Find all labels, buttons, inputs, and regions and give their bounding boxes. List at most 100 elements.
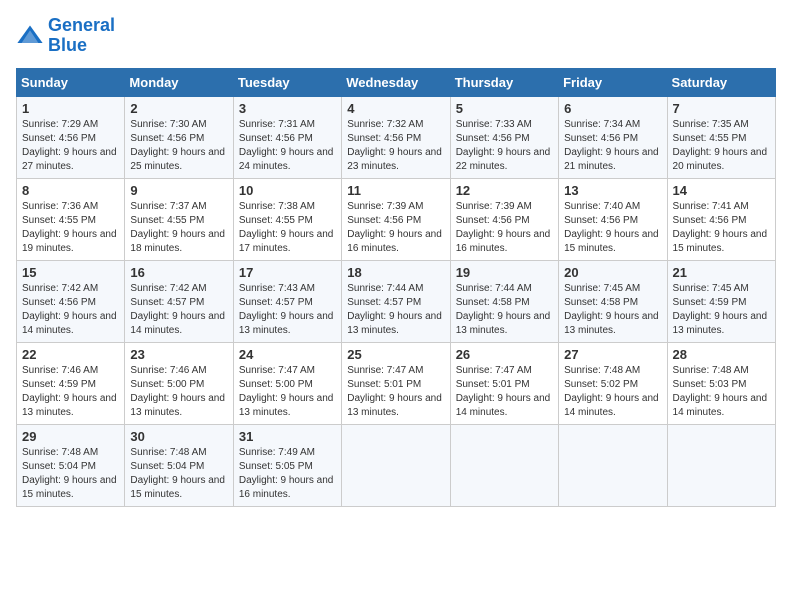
calendar-week-2: 15 Sunrise: 7:42 AMSunset: 4:56 PMDaylig… — [17, 260, 776, 342]
calendar-cell: 8 Sunrise: 7:36 AMSunset: 4:55 PMDayligh… — [17, 178, 125, 260]
day-number: 19 — [456, 265, 553, 280]
day-info: Sunrise: 7:40 AMSunset: 4:56 PMDaylight:… — [564, 201, 659, 254]
calendar-body: 1 Sunrise: 7:29 AMSunset: 4:56 PMDayligh… — [17, 96, 776, 506]
calendar-cell: 9 Sunrise: 7:37 AMSunset: 4:55 PMDayligh… — [125, 178, 233, 260]
day-number: 24 — [239, 347, 336, 362]
calendar-week-3: 22 Sunrise: 7:46 AMSunset: 4:59 PMDaylig… — [17, 342, 776, 424]
day-info: Sunrise: 7:48 AMSunset: 5:04 PMDaylight:… — [130, 447, 225, 500]
day-info: Sunrise: 7:46 AMSunset: 4:59 PMDaylight:… — [22, 365, 117, 418]
calendar-cell: 26 Sunrise: 7:47 AMSunset: 5:01 PMDaylig… — [450, 342, 558, 424]
day-number: 9 — [130, 183, 227, 198]
calendar-cell: 4 Sunrise: 7:32 AMSunset: 4:56 PMDayligh… — [342, 96, 450, 178]
day-number: 12 — [456, 183, 553, 198]
day-number: 18 — [347, 265, 444, 280]
day-number: 10 — [239, 183, 336, 198]
day-number: 6 — [564, 101, 661, 116]
calendar-cell: 21 Sunrise: 7:45 AMSunset: 4:59 PMDaylig… — [667, 260, 775, 342]
calendar-cell: 22 Sunrise: 7:46 AMSunset: 4:59 PMDaylig… — [17, 342, 125, 424]
day-number: 1 — [22, 101, 119, 116]
calendar-cell: 5 Sunrise: 7:33 AMSunset: 4:56 PMDayligh… — [450, 96, 558, 178]
day-info: Sunrise: 7:39 AMSunset: 4:56 PMDaylight:… — [347, 201, 442, 254]
calendar-cell: 19 Sunrise: 7:44 AMSunset: 4:58 PMDaylig… — [450, 260, 558, 342]
calendar-cell: 20 Sunrise: 7:45 AMSunset: 4:58 PMDaylig… — [559, 260, 667, 342]
calendar-cell: 25 Sunrise: 7:47 AMSunset: 5:01 PMDaylig… — [342, 342, 450, 424]
day-info: Sunrise: 7:47 AMSunset: 5:01 PMDaylight:… — [347, 365, 442, 418]
day-info: Sunrise: 7:29 AMSunset: 4:56 PMDaylight:… — [22, 119, 117, 172]
calendar-table: SundayMondayTuesdayWednesdayThursdayFrid… — [16, 68, 776, 507]
day-number: 2 — [130, 101, 227, 116]
calendar-cell: 29 Sunrise: 7:48 AMSunset: 5:04 PMDaylig… — [17, 424, 125, 506]
calendar-cell: 23 Sunrise: 7:46 AMSunset: 5:00 PMDaylig… — [125, 342, 233, 424]
day-number: 4 — [347, 101, 444, 116]
weekday-header-thursday: Thursday — [450, 68, 558, 96]
day-number: 20 — [564, 265, 661, 280]
calendar-cell: 31 Sunrise: 7:49 AMSunset: 5:05 PMDaylig… — [233, 424, 341, 506]
day-number: 26 — [456, 347, 553, 362]
day-number: 25 — [347, 347, 444, 362]
calendar-cell: 28 Sunrise: 7:48 AMSunset: 5:03 PMDaylig… — [667, 342, 775, 424]
day-number: 13 — [564, 183, 661, 198]
day-number: 30 — [130, 429, 227, 444]
calendar-cell: 30 Sunrise: 7:48 AMSunset: 5:04 PMDaylig… — [125, 424, 233, 506]
calendar-cell: 1 Sunrise: 7:29 AMSunset: 4:56 PMDayligh… — [17, 96, 125, 178]
weekday-header-tuesday: Tuesday — [233, 68, 341, 96]
calendar-week-4: 29 Sunrise: 7:48 AMSunset: 5:04 PMDaylig… — [17, 424, 776, 506]
day-number: 14 — [673, 183, 770, 198]
day-info: Sunrise: 7:48 AMSunset: 5:04 PMDaylight:… — [22, 447, 117, 500]
calendar-cell: 7 Sunrise: 7:35 AMSunset: 4:55 PMDayligh… — [667, 96, 775, 178]
logo-text: General Blue — [48, 16, 115, 56]
day-info: Sunrise: 7:32 AMSunset: 4:56 PMDaylight:… — [347, 119, 442, 172]
day-info: Sunrise: 7:47 AMSunset: 5:01 PMDaylight:… — [456, 365, 551, 418]
calendar-cell: 17 Sunrise: 7:43 AMSunset: 4:57 PMDaylig… — [233, 260, 341, 342]
day-info: Sunrise: 7:33 AMSunset: 4:56 PMDaylight:… — [456, 119, 551, 172]
calendar-cell: 18 Sunrise: 7:44 AMSunset: 4:57 PMDaylig… — [342, 260, 450, 342]
day-number: 8 — [22, 183, 119, 198]
weekday-header-saturday: Saturday — [667, 68, 775, 96]
calendar-cell: 27 Sunrise: 7:48 AMSunset: 5:02 PMDaylig… — [559, 342, 667, 424]
day-number: 31 — [239, 429, 336, 444]
weekday-header-monday: Monday — [125, 68, 233, 96]
calendar-cell: 24 Sunrise: 7:47 AMSunset: 5:00 PMDaylig… — [233, 342, 341, 424]
day-number: 15 — [22, 265, 119, 280]
day-info: Sunrise: 7:48 AMSunset: 5:02 PMDaylight:… — [564, 365, 659, 418]
calendar-cell: 2 Sunrise: 7:30 AMSunset: 4:56 PMDayligh… — [125, 96, 233, 178]
day-number: 7 — [673, 101, 770, 116]
day-info: Sunrise: 7:30 AMSunset: 4:56 PMDaylight:… — [130, 119, 225, 172]
day-info: Sunrise: 7:36 AMSunset: 4:55 PMDaylight:… — [22, 201, 117, 254]
calendar-cell: 16 Sunrise: 7:42 AMSunset: 4:57 PMDaylig… — [125, 260, 233, 342]
day-info: Sunrise: 7:35 AMSunset: 4:55 PMDaylight:… — [673, 119, 768, 172]
calendar-cell: 15 Sunrise: 7:42 AMSunset: 4:56 PMDaylig… — [17, 260, 125, 342]
day-info: Sunrise: 7:49 AMSunset: 5:05 PMDaylight:… — [239, 447, 334, 500]
day-info: Sunrise: 7:38 AMSunset: 4:55 PMDaylight:… — [239, 201, 334, 254]
calendar-cell: 14 Sunrise: 7:41 AMSunset: 4:56 PMDaylig… — [667, 178, 775, 260]
calendar-week-1: 8 Sunrise: 7:36 AMSunset: 4:55 PMDayligh… — [17, 178, 776, 260]
calendar-cell — [667, 424, 775, 506]
day-info: Sunrise: 7:45 AMSunset: 4:58 PMDaylight:… — [564, 283, 659, 336]
day-number: 17 — [239, 265, 336, 280]
day-info: Sunrise: 7:34 AMSunset: 4:56 PMDaylight:… — [564, 119, 659, 172]
calendar-cell: 11 Sunrise: 7:39 AMSunset: 4:56 PMDaylig… — [342, 178, 450, 260]
calendar-cell — [342, 424, 450, 506]
logo: General Blue — [16, 16, 115, 56]
day-info: Sunrise: 7:48 AMSunset: 5:03 PMDaylight:… — [673, 365, 768, 418]
day-number: 27 — [564, 347, 661, 362]
calendar-cell: 10 Sunrise: 7:38 AMSunset: 4:55 PMDaylig… — [233, 178, 341, 260]
calendar-cell: 6 Sunrise: 7:34 AMSunset: 4:56 PMDayligh… — [559, 96, 667, 178]
day-info: Sunrise: 7:42 AMSunset: 4:57 PMDaylight:… — [130, 283, 225, 336]
day-number: 22 — [22, 347, 119, 362]
weekday-header-wednesday: Wednesday — [342, 68, 450, 96]
day-number: 21 — [673, 265, 770, 280]
day-number: 11 — [347, 183, 444, 198]
day-info: Sunrise: 7:41 AMSunset: 4:56 PMDaylight:… — [673, 201, 768, 254]
calendar-cell: 3 Sunrise: 7:31 AMSunset: 4:56 PMDayligh… — [233, 96, 341, 178]
day-info: Sunrise: 7:37 AMSunset: 4:55 PMDaylight:… — [130, 201, 225, 254]
logo-icon — [16, 22, 44, 50]
calendar-cell — [559, 424, 667, 506]
day-info: Sunrise: 7:47 AMSunset: 5:00 PMDaylight:… — [239, 365, 334, 418]
day-number: 29 — [22, 429, 119, 444]
page-header: General Blue — [16, 16, 776, 56]
calendar-week-0: 1 Sunrise: 7:29 AMSunset: 4:56 PMDayligh… — [17, 96, 776, 178]
day-info: Sunrise: 7:39 AMSunset: 4:56 PMDaylight:… — [456, 201, 551, 254]
day-number: 23 — [130, 347, 227, 362]
day-info: Sunrise: 7:43 AMSunset: 4:57 PMDaylight:… — [239, 283, 334, 336]
